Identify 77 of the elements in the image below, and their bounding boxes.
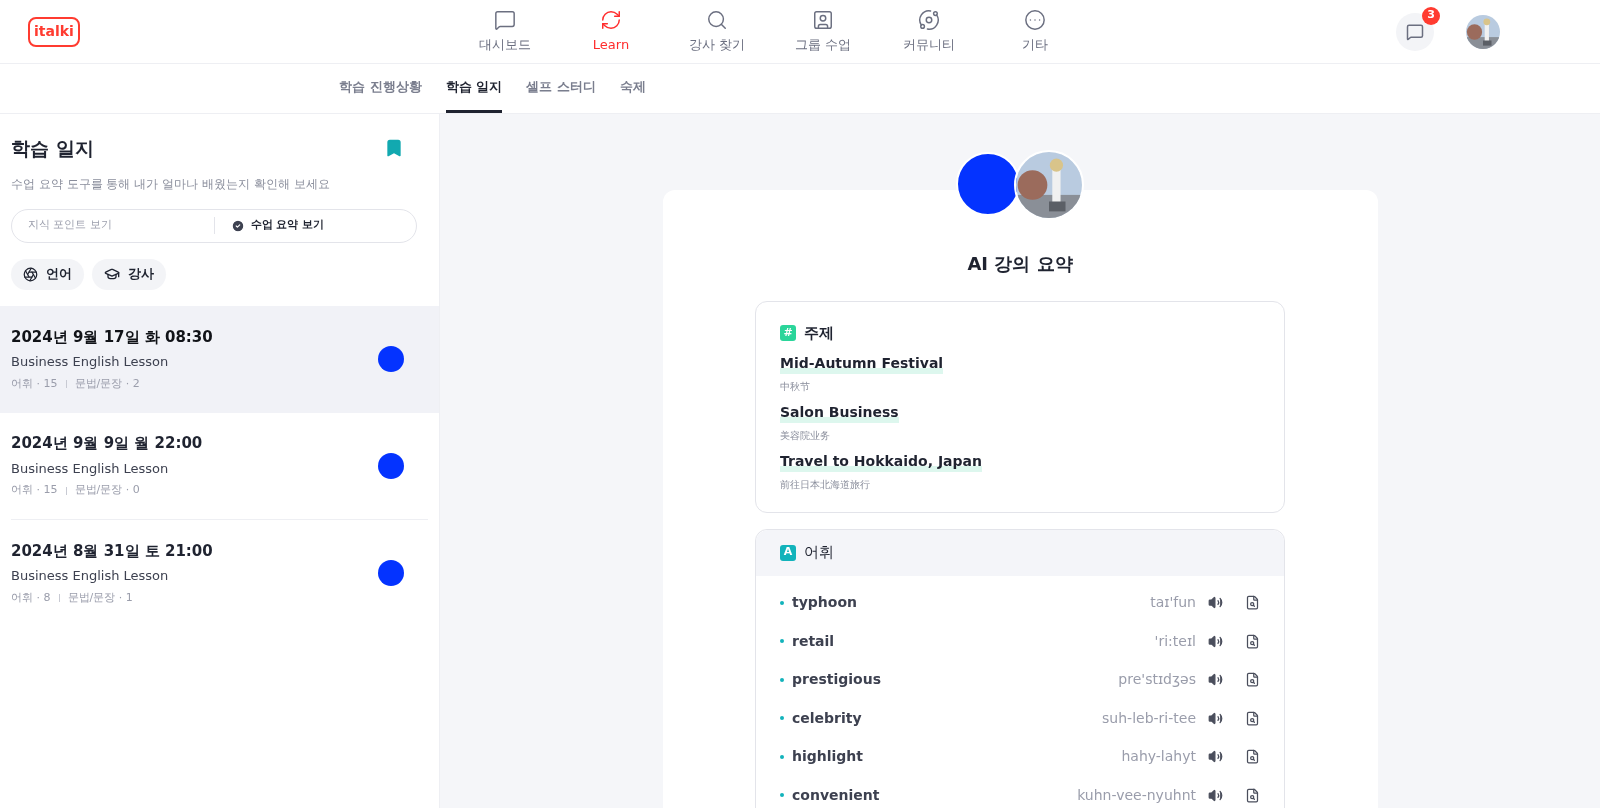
- vocab-word: typhoon: [792, 593, 857, 613]
- vocab-word: highlight: [792, 747, 864, 767]
- sidebar-subtitle: 수업 요약 도구를 통해 내가 얼마나 배웠는지 확인해 보세요: [11, 175, 331, 193]
- lesson-title: Business English Lesson: [11, 459, 170, 478]
- nav-item[interactable]: 커뮤니티: [876, 8, 982, 55]
- lesson-date: 2024년 8월 31일 토 21:00: [11, 540, 214, 562]
- grammar-count: 문법/문장 · 0: [74, 482, 140, 499]
- vocab-word: retail: [792, 631, 835, 651]
- refresh-icon: [600, 8, 622, 31]
- chat-icon: [494, 8, 516, 31]
- nav-item[interactable]: 강사 찾기: [664, 8, 770, 55]
- topic-translation: 美容院业务: [780, 428, 830, 443]
- toggle-option[interactable]: 지식 포인트 보기: [12, 217, 214, 234]
- notification-badge: 3: [1422, 6, 1440, 25]
- vocab-word: convenient: [792, 785, 880, 805]
- lesson-title: Business English Lesson: [11, 353, 170, 372]
- pronunciation: kuhn-vee-nyuhnt: [1077, 785, 1196, 805]
- nav-item[interactable]: 대시보드: [452, 8, 558, 55]
- avatar: [378, 346, 404, 372]
- grammar-count: 문법/문장 · 2: [74, 375, 140, 392]
- lesson-date: 2024년 9월 9일 월 22:00: [11, 433, 204, 455]
- messages-button[interactable]: [1396, 12, 1434, 51]
- vocab-count: 어휘 · 15: [11, 482, 58, 499]
- vocab-count: 어휘 · 15: [11, 375, 58, 392]
- lesson-title: Business English Lesson: [11, 567, 170, 586]
- note-search-icon[interactable]: [1245, 749, 1260, 765]
- section-heading: 주제: [804, 323, 834, 344]
- nav-item[interactable]: 그룹 수업: [770, 8, 876, 55]
- nav-item[interactable]: Learn: [558, 8, 664, 55]
- aperture-icon: [23, 266, 38, 282]
- vocab-count: 어휘 · 8: [11, 589, 51, 606]
- note-search-icon[interactable]: [1245, 787, 1260, 803]
- hash-badge: #: [780, 325, 796, 342]
- note-search-icon[interactable]: [1245, 710, 1260, 726]
- summary-title: AI 강의 요약: [967, 252, 1073, 276]
- nav-item[interactable]: 기타: [982, 8, 1088, 55]
- tab[interactable]: 셀프 스터디: [526, 64, 596, 113]
- bookmark-icon[interactable]: [384, 138, 404, 159]
- pronunciation: 'ri:teɪl: [1154, 631, 1196, 651]
- pronunciation: pre'stɪdʒəs: [1118, 670, 1196, 690]
- graduation-cap-icon: [104, 266, 120, 282]
- planet-icon: [918, 8, 940, 31]
- chat-icon: [1406, 22, 1424, 41]
- avatar: [378, 560, 404, 586]
- section-heading: 어휘: [804, 542, 834, 564]
- person-card-icon: [812, 8, 834, 31]
- toggle-option[interactable]: 수업 요약 보기: [213, 217, 416, 234]
- speaker-icon[interactable]: [1208, 710, 1223, 726]
- sidebar-title: 학습 일지: [11, 136, 94, 161]
- speaker-icon[interactable]: [1208, 787, 1223, 803]
- lesson-date: 2024년 9월 17일 화 08:30: [11, 326, 214, 348]
- tab[interactable]: 학습 진행상황: [339, 64, 422, 113]
- speaker-icon[interactable]: [1208, 633, 1223, 649]
- topic-translation: 中秋节: [780, 379, 810, 394]
- logo[interactable]: italki: [28, 16, 80, 47]
- note-search-icon[interactable]: [1245, 672, 1260, 688]
- more-icon: [1024, 8, 1046, 31]
- avatar: [378, 452, 404, 479]
- speaker-icon[interactable]: [1208, 595, 1223, 611]
- lesson-item[interactable]: 2024년 9월 17일 화 08:30 Business English Lesson 어휘 · 15 문법/문장 · 2: [0, 305, 439, 413]
- pronunciation: taɪ'fun: [1150, 593, 1196, 613]
- check-icon: [230, 218, 245, 233]
- grammar-count: 문법/문장 · 1: [67, 589, 133, 606]
- tab[interactable]: 숙제: [619, 64, 646, 113]
- filter-chip[interactable]: 언어: [11, 258, 84, 290]
- speaker-icon[interactable]: [1208, 749, 1223, 765]
- speaker-icon[interactable]: [1208, 672, 1223, 688]
- vocab-word: celebrity: [792, 708, 862, 728]
- note-search-icon[interactable]: [1245, 595, 1260, 611]
- vocab-word: prestigious: [792, 670, 881, 690]
- pronunciation: hahy-lahyt: [1121, 747, 1196, 767]
- pronunciation: suh-leb-ri-tee: [1102, 708, 1196, 728]
- search-icon: [706, 8, 728, 31]
- letter-badge: A: [780, 544, 796, 561]
- note-search-icon[interactable]: [1245, 633, 1260, 649]
- topic-translation: 前往日本北海道旅行: [780, 477, 870, 492]
- filter-chip[interactable]: 강사: [92, 258, 166, 290]
